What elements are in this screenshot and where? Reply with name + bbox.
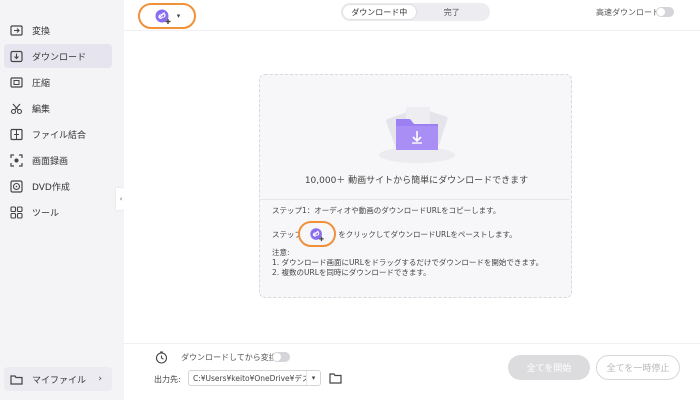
convert-icon — [10, 24, 23, 37]
download-status-tabs: ダウンロード中 完了 — [341, 3, 490, 21]
download-then-convert-toggle[interactable] — [272, 352, 290, 362]
dvd-icon — [10, 179, 23, 193]
pause-all-button[interactable]: 全てを一時停止 — [596, 355, 680, 380]
sidebar-item-download[interactable]: ダウンロード — [4, 44, 112, 68]
my-files-button[interactable]: マイファイル › — [4, 367, 112, 391]
download-icon — [10, 50, 23, 63]
sidebar-item-label: ツール — [32, 208, 60, 219]
step2-suffix: をクリックしてダウンロードURLをペーストします。 — [338, 229, 517, 239]
sidebar-item-convert[interactable]: 変換 — [4, 18, 112, 42]
chevron-down-icon: ▾ — [176, 12, 181, 20]
my-files-label: マイファイル — [32, 375, 87, 386]
sidebar-item-label: 変換 — [32, 26, 51, 37]
high-speed-download-toggle[interactable] — [656, 7, 674, 17]
sidebar-item-label: ファイル結合 — [32, 130, 87, 141]
chevron-down-icon[interactable]: ▾ — [306, 371, 320, 385]
header-divider — [124, 30, 700, 31]
note-line-2: 2. 複数のURLを同時にダウンロードできます。 — [272, 268, 431, 277]
sidebar-item-merge[interactable]: ファイル結合 — [4, 122, 112, 146]
step2-row: ステップ2： をクリックしてダウンロードURLをペーストします。 — [272, 221, 517, 247]
tools-icon — [10, 205, 23, 219]
tab-completed[interactable]: 完了 — [416, 5, 489, 19]
dropzone-headline: 10,000＋ 動画サイトから簡単にダウンロードできます — [304, 176, 529, 186]
sidebar-item-dvd[interactable]: DVD作成 — [4, 174, 112, 198]
sidebar-item-screen-record[interactable]: 画面録画 — [4, 148, 112, 172]
high-speed-download-label: 高速ダウンロード — [596, 8, 660, 17]
output-path-select[interactable]: C:¥Users¥keito¥OneDrive¥デスク ▾ — [188, 370, 321, 386]
add-link-icon — [155, 9, 171, 24]
main-panel: ▾ ダウンロード中 完了 高速ダウンロード 10,000＋ 動画サイトから簡単に… — [124, 0, 700, 400]
timer-icon — [155, 351, 168, 364]
chevron-right-icon: › — [98, 374, 102, 384]
start-all-button[interactable]: 全てを開始 — [508, 355, 590, 380]
download-then-convert-label: ダウンロードしてから変換 — [181, 353, 277, 362]
sidebar: 変換 ダウンロード 圧縮 編集 ファイル結合 画面録画 DVD作成 ツール マイ… — [0, 0, 122, 400]
dropzone-divider — [260, 199, 570, 200]
sidebar-item-edit[interactable]: 編集 — [4, 96, 112, 120]
output-location-label: 出力先: — [154, 375, 181, 384]
sidebar-item-tools[interactable]: ツール — [4, 200, 112, 224]
download-dropzone[interactable]: 10,000＋ 動画サイトから簡単にダウンロードできます ステップ1：オーディオ… — [259, 74, 572, 298]
sidebar-item-label: ダウンロード — [32, 52, 87, 63]
folder-download-illustration — [379, 107, 455, 163]
chevron-left-icon: ‹ — [119, 195, 123, 203]
output-path-value: C:¥Users¥keito¥OneDrive¥デスク — [193, 373, 317, 383]
footer-divider — [124, 343, 700, 344]
step1-text: ステップ1：オーディオや動画のダウンロードURLをコピーします。 — [272, 206, 501, 215]
sidebar-item-label: 圧縮 — [32, 78, 51, 89]
tab-downloading[interactable]: ダウンロード中 — [343, 5, 416, 19]
sidebar-item-compress[interactable]: 圧縮 — [4, 70, 112, 94]
compress-icon — [10, 76, 23, 89]
add-url-inline-button[interactable] — [298, 221, 337, 247]
folder-icon — [10, 373, 23, 386]
add-link-icon — [310, 228, 324, 242]
screen-record-icon — [10, 153, 23, 167]
sidebar-item-label: 編集 — [32, 104, 51, 115]
open-folder-icon[interactable] — [329, 372, 342, 384]
sidebar-item-label: 画面録画 — [32, 156, 69, 167]
sidebar-item-label: DVD作成 — [32, 182, 70, 193]
scissors-icon — [10, 102, 23, 115]
add-url-button[interactable]: ▾ — [138, 3, 196, 29]
merge-icon — [10, 128, 23, 141]
